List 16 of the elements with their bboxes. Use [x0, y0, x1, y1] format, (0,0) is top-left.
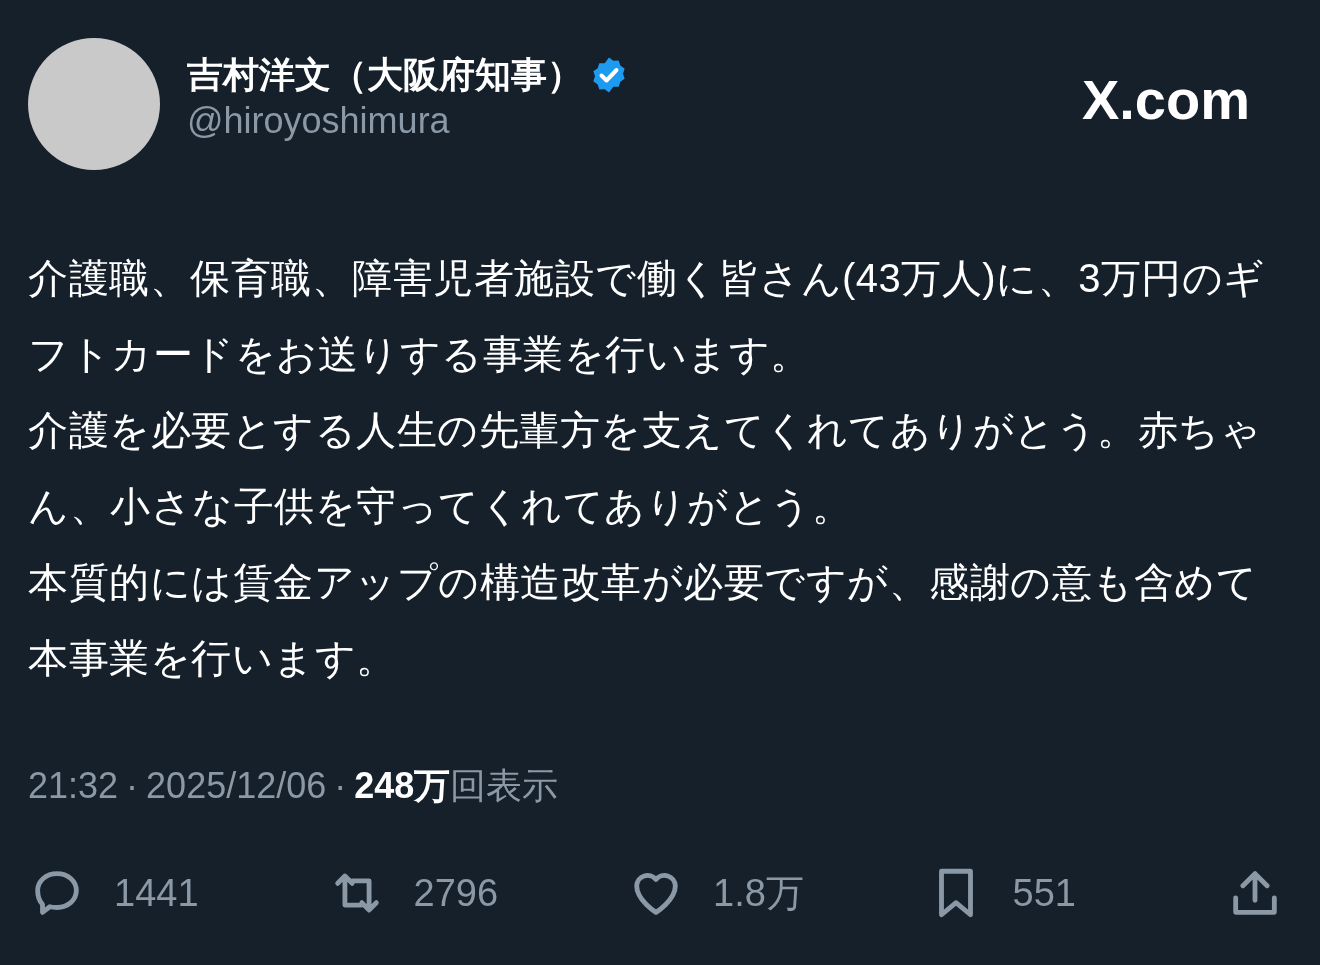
action-count: 2796	[413, 870, 499, 916]
author-name[interactable]: 吉村洋文（大阪府知事）	[187, 52, 583, 98]
action-count: 1.8万	[713, 870, 804, 916]
author-handle[interactable]: @hiroyoshimura	[187, 98, 629, 144]
post-text: 本質的には賃金アップの構造改革が必要ですが、感謝の意も含めて本事業を行います。	[28, 559, 1258, 682]
post-text: 介護を必要とする人生の先輩方を支えてくれてありがとう。赤ちゃん、小さな子供を守ってくれてありがとう。	[28, 407, 1262, 530]
post-time[interactable]: 21:32	[28, 764, 119, 808]
post-text: 介護職、保育職、障害児者施設で働く皆さん(43万人)に、3万円のギフトカードをお送りする事業を行います。	[28, 255, 1266, 378]
views-label: 回表示	[450, 764, 559, 808]
post-date[interactable]: 2025/12/06	[146, 764, 327, 808]
separator-dot: ·	[126, 764, 139, 808]
view-count: 248万	[354, 764, 451, 808]
action-count: 1441	[114, 870, 199, 916]
site-logo: X.com	[1081, 70, 1250, 130]
action-count: 551	[1012, 870, 1076, 916]
separator-dot: ·	[334, 764, 347, 808]
